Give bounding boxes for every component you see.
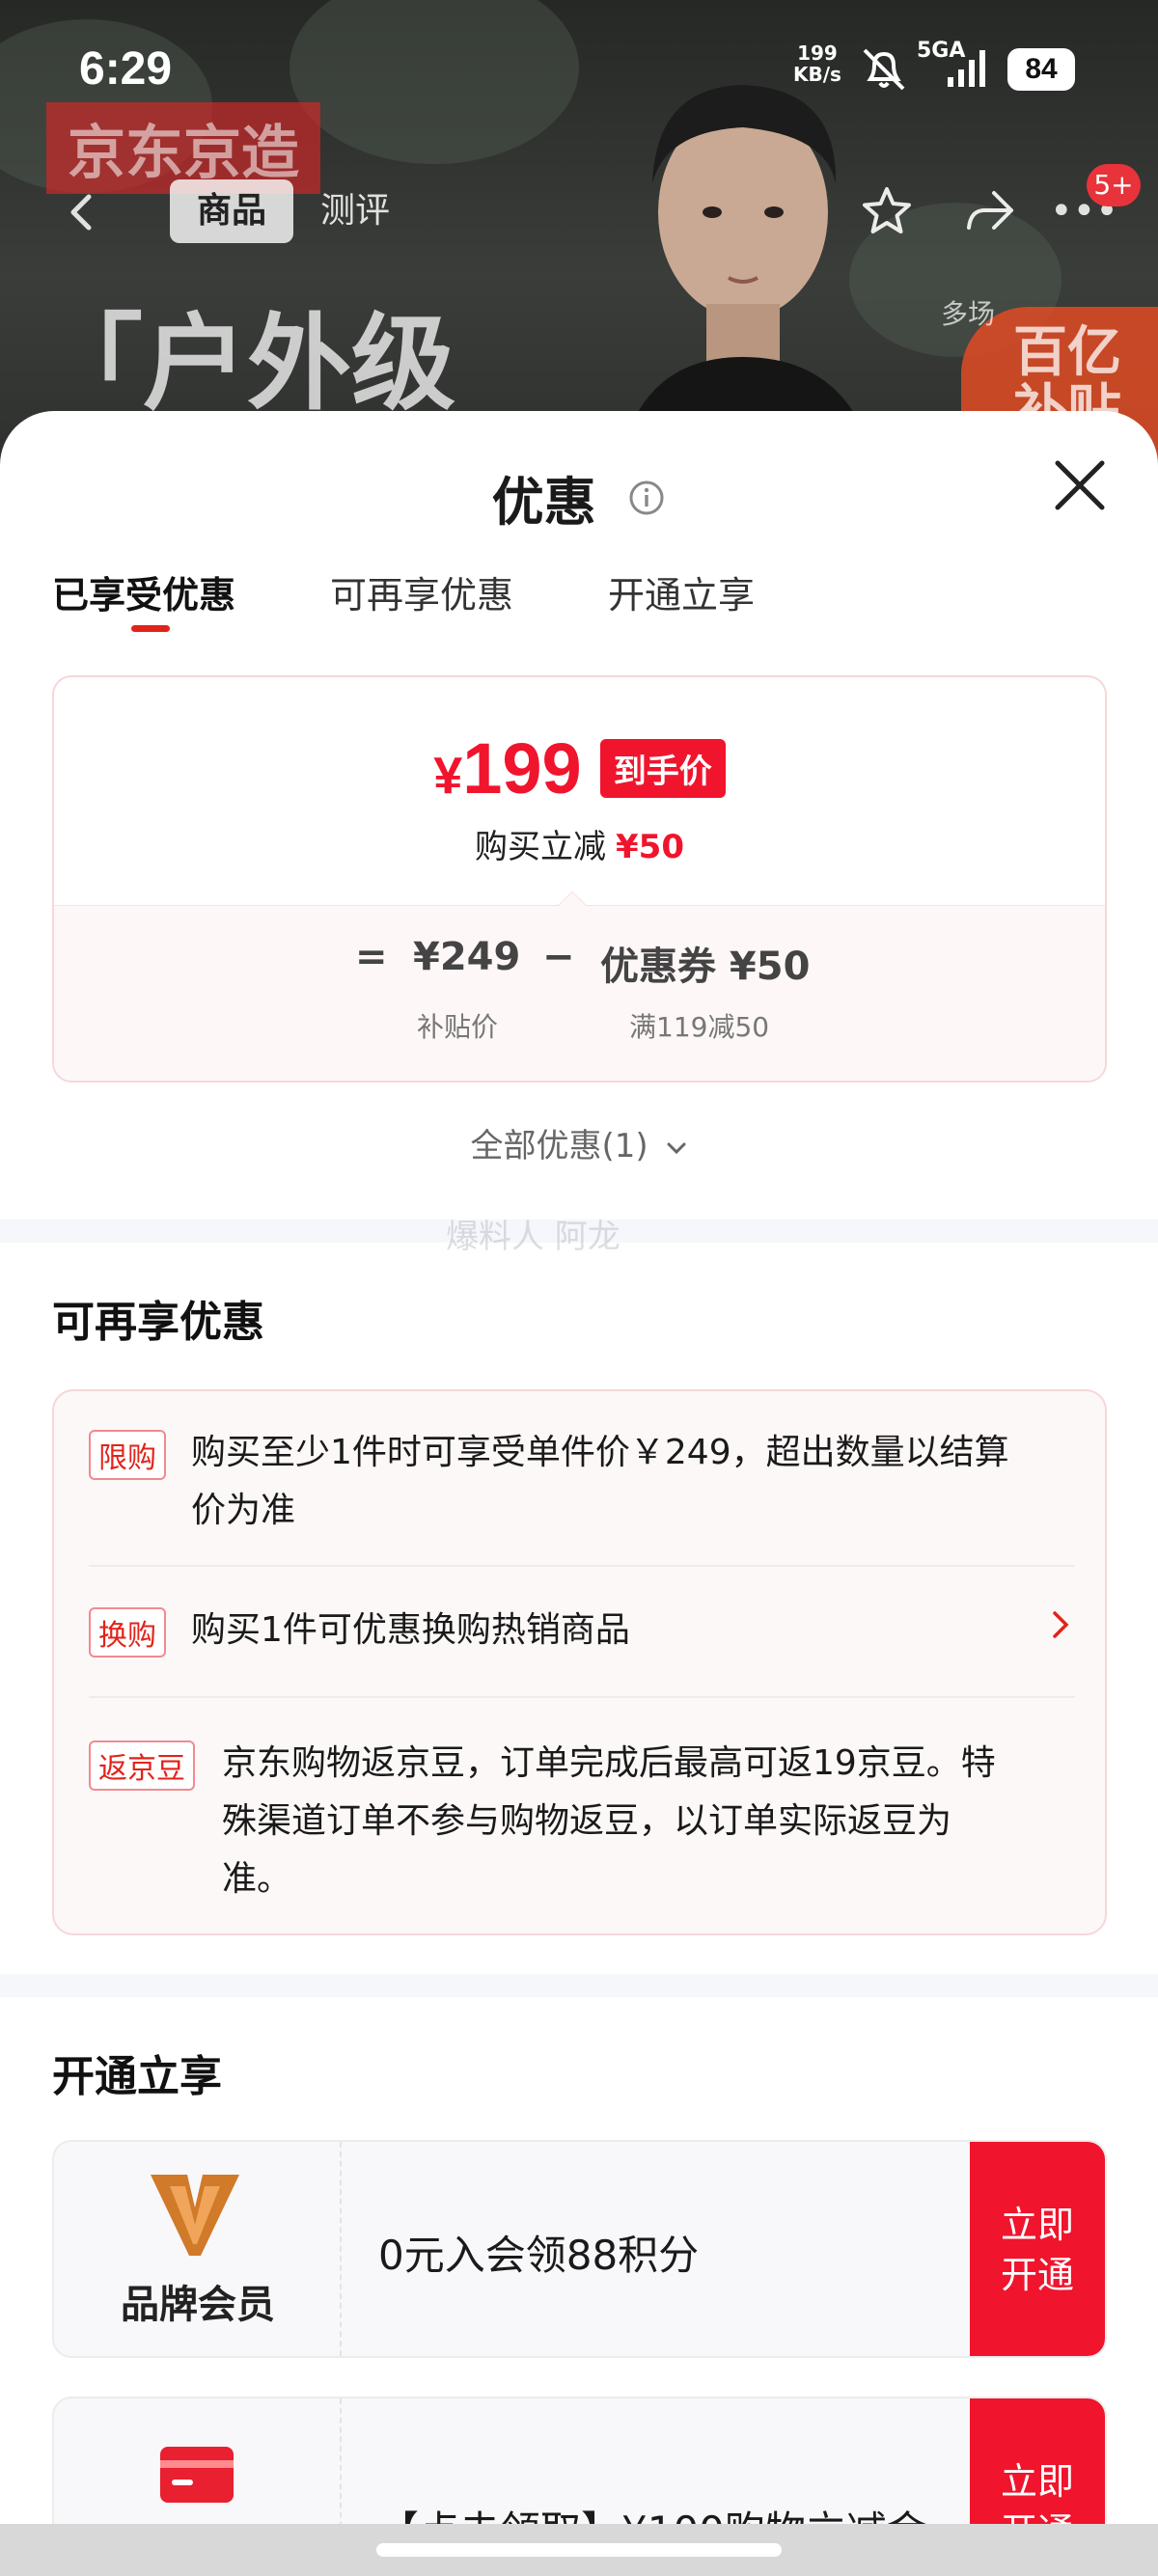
base-price-caption: 补贴价 (417, 1011, 499, 1043)
discount-label: 购买立减 (475, 828, 606, 866)
final-price-section: ¥199 到手价 购买立减 ¥50 (54, 677, 1105, 905)
equals-sign: = (355, 935, 388, 979)
product-navbar: 商品 测评 ••• (27, 170, 1131, 253)
net-speed-value: 199 (797, 41, 838, 65)
price-formula-section: = ¥249 − 优惠券 ¥50 补贴价 满119减50 (54, 905, 1105, 1081)
hero-title: 「户外级 (39, 304, 456, 425)
offer-tag-jd-beans: 返京豆 (89, 1740, 195, 1791)
join-offers-title: 开通立享 (52, 2052, 222, 2101)
message-badge: 5+ (1087, 164, 1141, 206)
minus-sign: − (542, 935, 575, 979)
coupon-caption: 满119减50 (629, 1011, 770, 1043)
more-offers-title: 可再享优惠 (52, 1298, 264, 1347)
all-offers-toggle[interactable]: 全部优惠(1) (0, 1119, 1158, 1166)
all-offers-label: 全部优惠(1) (470, 1127, 648, 1165)
battery-level: 84 (1007, 48, 1075, 91)
status-time: 6:29 (79, 43, 173, 95)
coupon-amount: 优惠券 ¥50 (600, 945, 811, 989)
final-price-row: ¥199 到手价 (54, 727, 1105, 809)
chevron-right-icon (1053, 1611, 1069, 1638)
section-divider (0, 1974, 1158, 1997)
watermark: 爆料人 阿龙 (446, 1218, 620, 1256)
offer-text-exchange: 购买1件可优惠换购热销商品 (191, 1610, 630, 1650)
tab-enjoyed-offers[interactable]: 已享受优惠 (52, 565, 235, 618)
mute-bell-icon (863, 48, 905, 91)
discount-summary: 购买立减 ¥50 (54, 820, 1105, 867)
home-indicator[interactable] (376, 2543, 782, 2557)
info-icon[interactable] (627, 479, 666, 517)
more-offers-card: 限购 购买至少1件时可享受单件价￥249，超出数量以结算 价为准 换购 购买1件… (52, 1389, 1107, 1935)
offers-sheet: 优惠 已享受优惠 可再享优惠 开通立享 ¥199 到手价 购买立减 ¥50 = (0, 411, 1158, 2576)
net-speed: 199 KB/s (793, 42, 841, 85)
cube-caption: 多场 (941, 298, 996, 330)
sheet-header: 优惠 (0, 459, 1158, 535)
tab-review[interactable]: 测评 (320, 179, 390, 243)
offer-text-jd-beans: 京东购物返京豆，订单完成后最高可返19京豆。特 殊渠道订单不参与购物返豆，以订单… (222, 1743, 996, 1899)
sheet-title: 优惠 (491, 472, 596, 533)
brand-v-logo-icon (151, 2175, 239, 2256)
offer-item-jd-beans: 返京豆 京东购物返京豆，订单完成后最高可返19京豆。特 殊渠道订单不参与购物返豆… (89, 1735, 1075, 1908)
active-tab-indicator (131, 625, 170, 632)
tab-join-offers[interactable]: 开通立享 (608, 565, 755, 618)
tab-product[interactable]: 商品 (170, 179, 293, 243)
offer-tag-exchange: 换购 (89, 1607, 166, 1658)
membership-offer-text: 0元入会领88积分 (378, 2232, 700, 2279)
net-speed-unit: KB/s (793, 63, 841, 86)
offer-text-limit: 购买至少1件时可享受单件价￥249，超出数量以结算 价为准 (191, 1433, 1009, 1530)
final-price-value: 199 (462, 728, 582, 808)
offer-item-exchange[interactable]: 换购 购买1件可优惠换购热销商品 (89, 1602, 1075, 1659)
base-price: ¥249 (413, 935, 521, 979)
price-breakdown-card: ¥199 到手价 购买立减 ¥50 = ¥249 − 优惠券 ¥50 补贴价 满1… (52, 675, 1107, 1082)
membership-name: 品牌会员 (121, 2283, 275, 2327)
offer-divider (89, 1565, 1075, 1567)
membership-brand: 品牌会员 (54, 2142, 342, 2356)
offer-divider (89, 1696, 1075, 1698)
brand-membership-card: 品牌会员 0元入会领88积分 立即 开通 (52, 2140, 1107, 2358)
final-price-tag: 到手价 (599, 739, 726, 798)
favorite-star-icon[interactable] (857, 181, 917, 241)
chevron-down-icon (667, 1142, 686, 1154)
share-icon[interactable] (959, 181, 1019, 241)
red-card-icon (160, 2447, 234, 2503)
offer-item-limit: 限购 购买至少1件时可享受单件价￥249，超出数量以结算 价为准 (89, 1424, 1075, 1530)
currency-symbol: ¥ (433, 747, 463, 805)
tab-more-offers[interactable]: 可再享优惠 (330, 565, 513, 618)
final-price: ¥199 (433, 727, 582, 809)
signal-bars-icon (948, 50, 985, 87)
offer-tag-limit: 限购 (89, 1430, 166, 1480)
close-icon[interactable] (1052, 457, 1108, 513)
discount-value: ¥50 (616, 828, 684, 866)
offer-tabs: 已享受优惠 可再享优惠 开通立享 (52, 565, 1114, 643)
status-bar: 6:29 199 KB/s 5GA 84 (0, 0, 1158, 135)
join-now-button[interactable]: 立即 开通 (970, 2142, 1105, 2356)
back-arrow-icon[interactable] (56, 185, 110, 239)
